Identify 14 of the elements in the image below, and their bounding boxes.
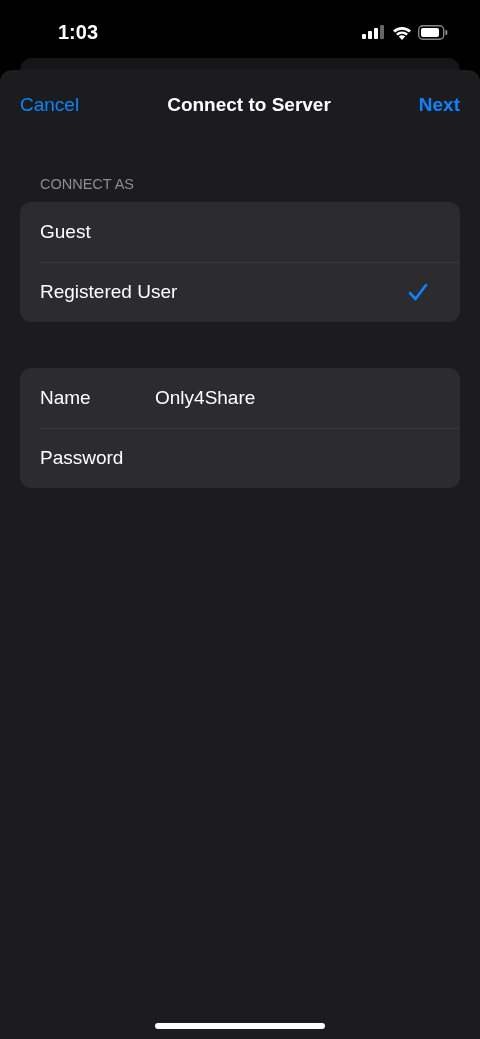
section-header: CONNECT AS bbox=[40, 176, 135, 192]
checkmark-icon bbox=[408, 283, 428, 301]
next-button[interactable]: Next bbox=[418, 94, 460, 116]
field-label: Name bbox=[40, 387, 92, 409]
field-label: Password bbox=[40, 447, 125, 469]
option-row[interactable]: Registered User bbox=[20, 262, 460, 322]
sheet-title: Connect to Server bbox=[167, 94, 331, 116]
option-row[interactable]: Guest bbox=[20, 202, 460, 262]
signal-icon bbox=[362, 25, 386, 39]
input-field[interactable]: Only4Share bbox=[155, 383, 428, 413]
battery-icon bbox=[418, 24, 448, 40]
wifi-icon bbox=[392, 24, 412, 40]
cancel-button[interactable]: Cancel bbox=[20, 94, 80, 116]
status-time: 1:03 bbox=[58, 20, 99, 44]
